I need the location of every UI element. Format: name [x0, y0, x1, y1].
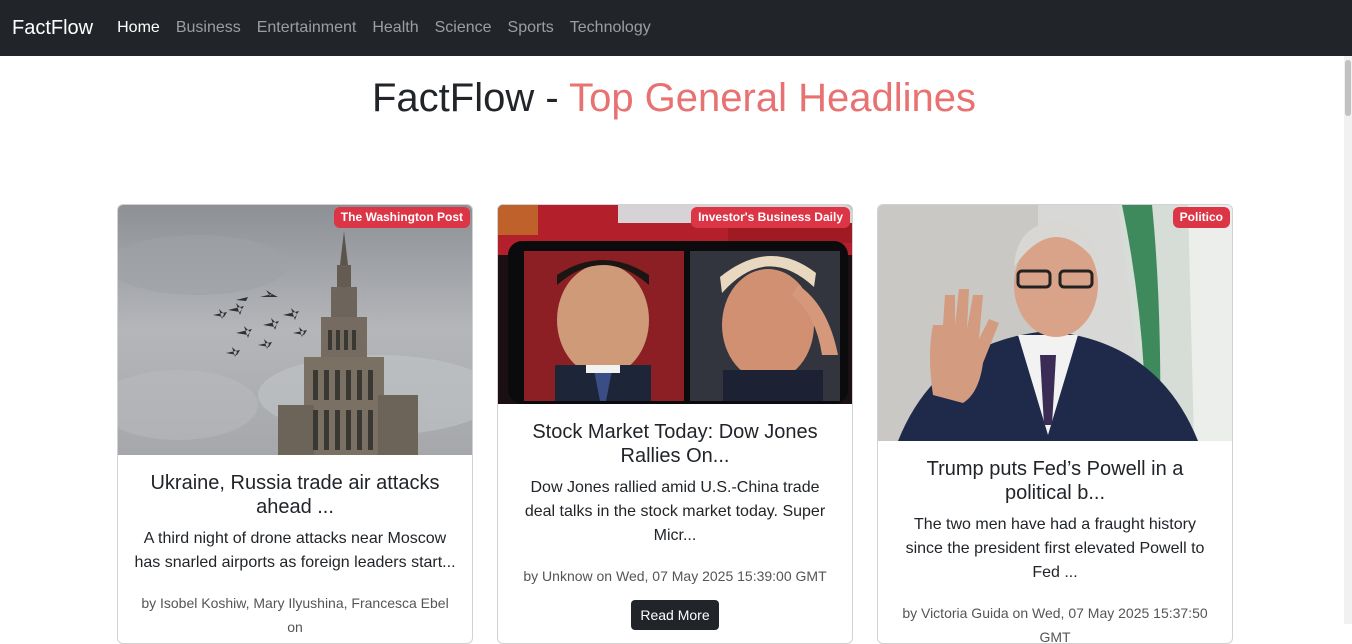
news-card-title: Stock Market Today: Dow Jones Rallies On… [532, 421, 818, 467]
news-card-body: Stock Market Today: Dow Jones Rallies On… [498, 404, 852, 630]
nav-links: Home Business Entertainment Health Scien… [109, 19, 659, 37]
source-badge: The Washington Post [333, 207, 470, 228]
xi-trump-phone-photo [498, 205, 852, 404]
nav-link-entertainment[interactable]: Entertainment [249, 19, 365, 37]
nav-link-science[interactable]: Science [427, 19, 500, 37]
nav-link-technology[interactable]: Technology [562, 19, 659, 37]
nav-link-health[interactable]: Health [364, 19, 426, 37]
news-card-body: Trump puts Fed’s Powell in a political b… [878, 441, 1232, 644]
page-title-accent: Top General Headlines [569, 76, 976, 120]
news-card-image: Investor's Business Daily [498, 205, 852, 404]
page-scrollbar[interactable] [1344, 56, 1352, 624]
news-card-description: A third night of drone attacks near Mosc… [134, 530, 456, 571]
news-card-meta: by Isobel Koshiw, Mary Ilyushina, France… [141, 595, 449, 635]
page-title-prefix: FactFlow - [372, 76, 570, 120]
news-card-title: Trump puts Fed’s Powell in a political b… [926, 458, 1184, 504]
news-card-description: The two men have had a fraught history s… [905, 516, 1205, 581]
brand-link[interactable]: FactFlow [12, 17, 93, 40]
news-card-meta: by Victoria Guida on Wed, 07 May 2025 15… [902, 605, 1208, 644]
news-card-3: Politico Trump puts Fed’s Powell in a po… [877, 204, 1233, 644]
news-card-image: The Washington Post [118, 205, 472, 455]
read-more-button[interactable]: Read More [631, 600, 719, 630]
nav-link-business[interactable]: Business [168, 19, 249, 37]
news-card-1: The Washington Post Ukraine, Russia trad… [117, 204, 473, 644]
source-badge: Politico [1172, 207, 1230, 228]
powell-photo [878, 205, 1232, 441]
page-title: FactFlow - Top General Headlines [0, 72, 1348, 124]
nav-link-sports[interactable]: Sports [500, 19, 562, 37]
news-card-2: Investor's Business Daily Stock Market T… [497, 204, 853, 644]
source-badge: Investor's Business Daily [691, 207, 850, 228]
navbar: FactFlow Home Business Entertainment Hea… [0, 0, 1352, 56]
news-card-body: Ukraine, Russia trade air attacks ahead … [118, 455, 472, 639]
news-card-image: Politico [878, 205, 1232, 441]
news-card-meta: by Unknow on Wed, 07 May 2025 15:39:00 G… [523, 568, 827, 584]
news-card-title: Ukraine, Russia trade air attacks ahead … [150, 472, 440, 518]
drone-skyscraper-photo [118, 205, 472, 455]
nav-link-home[interactable]: Home [109, 19, 168, 37]
news-card-description: Dow Jones rallied amid U.S.-China trade … [524, 479, 826, 544]
